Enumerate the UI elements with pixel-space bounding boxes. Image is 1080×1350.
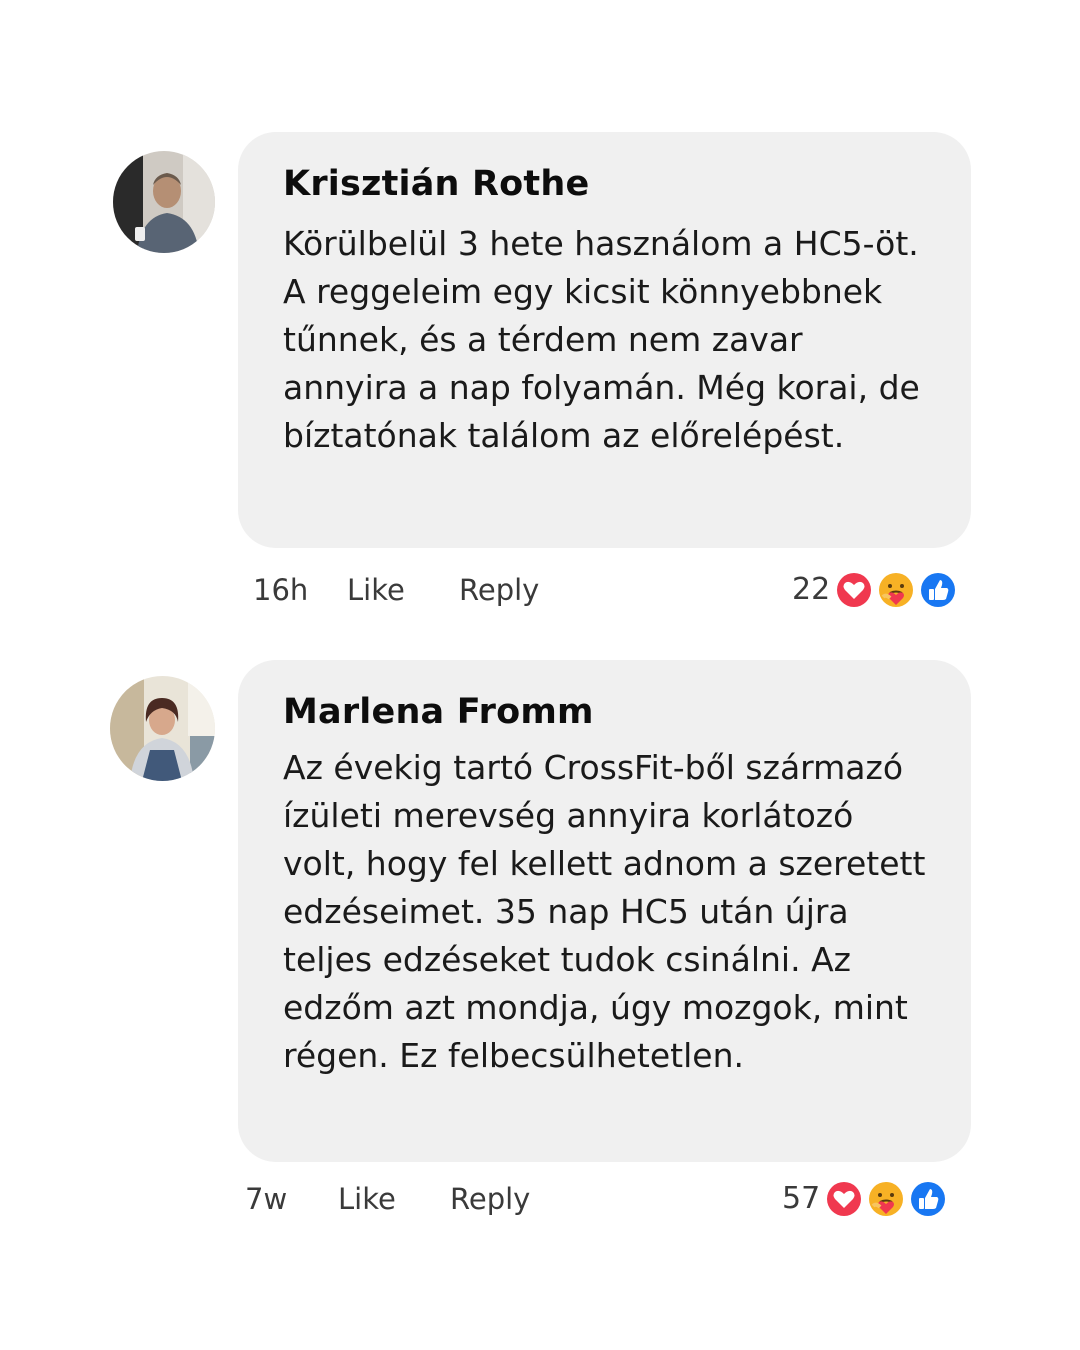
like-button[interactable]: Like: [347, 568, 405, 612]
timestamp[interactable]: 7w: [245, 1177, 287, 1221]
reactions-summary[interactable]: 57: [782, 1177, 948, 1221]
comment-text: Körülbelül 3 hete használom a HC5-öt. A …: [283, 224, 920, 455]
author-name[interactable]: Marlena Fromm: [283, 690, 931, 734]
avatar[interactable]: [110, 676, 215, 781]
comment-bubble: Marlena Fromm Az évekig tartó CrossFit-b…: [238, 660, 971, 1162]
reply-button[interactable]: Reply: [450, 1177, 530, 1221]
author-name[interactable]: Krisztián Rothe: [283, 162, 931, 206]
thumbs-up-icon: [918, 570, 958, 610]
reactions-summary[interactable]: 22: [792, 568, 958, 612]
heart-icon: [834, 570, 874, 610]
thumbs-up-icon: [908, 1179, 948, 1219]
comment-actions: 16h Like Reply: [253, 568, 573, 612]
reaction-count: 22: [792, 572, 831, 607]
like-button[interactable]: Like: [338, 1177, 396, 1221]
care-icon: [876, 570, 916, 610]
avatar[interactable]: [113, 151, 215, 253]
reply-button[interactable]: Reply: [459, 568, 539, 612]
care-icon: [866, 1179, 906, 1219]
comment-text: Az évekig tartó CrossFit-ből származó íz…: [283, 748, 926, 1075]
heart-icon: [824, 1179, 864, 1219]
reaction-count: 57: [782, 1181, 821, 1216]
comment-actions: 7w Like Reply: [245, 1177, 565, 1221]
comment-bubble: Krisztián Rothe Körülbelül 3 hete haszná…: [238, 132, 971, 548]
timestamp[interactable]: 16h: [253, 568, 308, 612]
